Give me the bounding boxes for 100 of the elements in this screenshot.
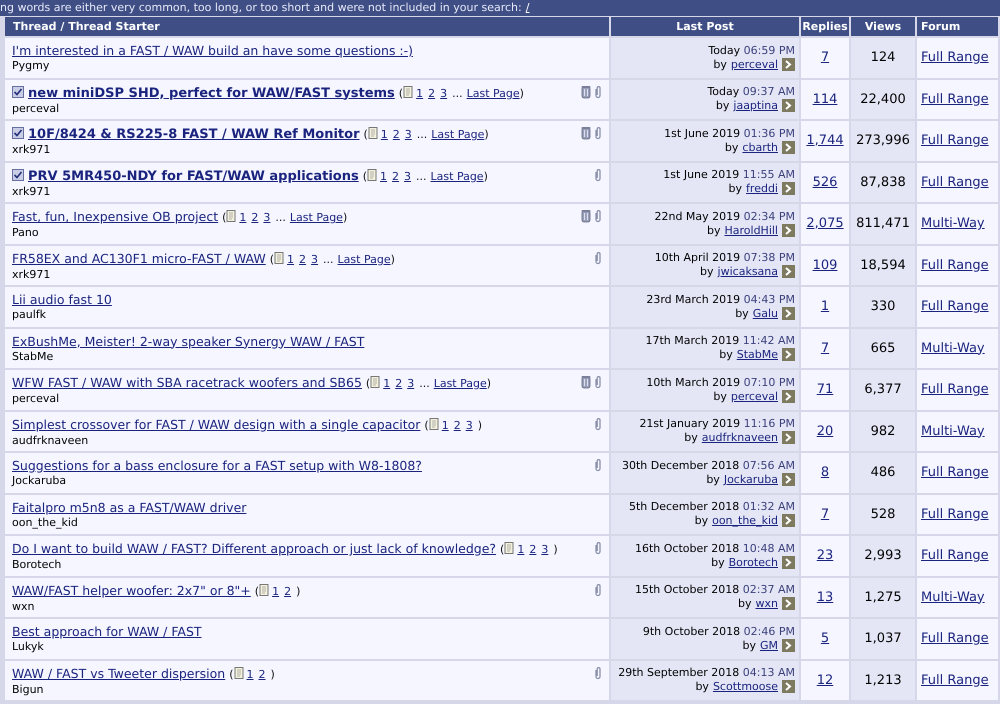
replies-link[interactable]: 114 xyxy=(812,92,838,106)
replies-link[interactable]: 13 xyxy=(816,590,834,604)
go-to-post-icon[interactable] xyxy=(782,556,795,569)
post-author-link[interactable]: HaroldHill xyxy=(724,224,778,237)
page-link[interactable]: 3 xyxy=(263,211,270,224)
page-link[interactable]: 2 xyxy=(251,211,258,224)
last-page-link[interactable]: Last Page xyxy=(338,252,391,266)
column-header[interactable]: Replies xyxy=(801,17,849,36)
go-to-post-icon[interactable] xyxy=(782,224,795,237)
post-author-link[interactable]: GM xyxy=(760,638,778,652)
page-link[interactable]: 1 xyxy=(517,543,524,556)
go-to-post-icon[interactable] xyxy=(782,597,795,610)
post-author-link[interactable]: Jockaruba xyxy=(724,472,778,486)
thread-title-link[interactable]: new miniDSP SHD, perfect for WAW/FAST systems xyxy=(28,86,395,100)
page-link[interactable]: 2 xyxy=(395,377,402,390)
last-page-link[interactable]: Last Page xyxy=(466,86,520,100)
replies-link[interactable]: 526 xyxy=(812,174,838,190)
go-to-post-icon[interactable] xyxy=(782,182,795,196)
column-header[interactable]: Last Post xyxy=(611,17,799,36)
thread-title-link[interactable]: FR58EX and AC130F1 micro-FAST / WAW xyxy=(12,250,266,266)
page-link[interactable]: 2 xyxy=(299,252,306,266)
last-page-link[interactable]: Last Page xyxy=(431,128,484,141)
post-author-link[interactable]: jaaptina xyxy=(733,99,778,112)
go-to-post-icon[interactable] xyxy=(782,680,795,694)
page-link[interactable]: 2 xyxy=(392,128,400,141)
page-link[interactable]: 1 xyxy=(416,86,424,100)
page-link[interactable]: 3 xyxy=(311,252,318,266)
post-author-link[interactable]: Scottmoose xyxy=(712,680,778,694)
page-link[interactable]: 3 xyxy=(404,128,412,141)
replies-link[interactable]: 71 xyxy=(816,382,834,397)
page-link[interactable]: 1 xyxy=(383,377,390,390)
page-link[interactable]: 3 xyxy=(466,418,473,432)
page-link[interactable]: 2 xyxy=(258,668,266,680)
post-author-link[interactable]: freddi xyxy=(746,182,778,196)
page-link[interactable]: 2 xyxy=(454,418,461,432)
search-link[interactable]: / xyxy=(526,0,530,16)
thread-title-link[interactable]: WAW / FAST vs Tweeter dispersion xyxy=(12,666,226,680)
page-link[interactable]: 1 xyxy=(239,211,246,224)
thread-title-link[interactable]: ExBushMe, Meister! 2-way speaker Synergy WAW / FAST xyxy=(12,334,364,348)
page-link[interactable]: 3 xyxy=(404,170,412,182)
page-link[interactable]: 2 xyxy=(284,584,292,598)
thread-title-link[interactable]: I'm interested in a FAST / WAW build an have some questions :-) xyxy=(12,43,414,58)
go-to-post-icon[interactable] xyxy=(782,306,795,320)
replies-link[interactable]: 23 xyxy=(816,548,834,563)
post-author-link[interactable]: perceval xyxy=(730,58,778,71)
go-to-post-icon[interactable] xyxy=(782,638,795,652)
page-link[interactable]: 2 xyxy=(529,543,536,556)
thread-title-link[interactable]: Simplest crossover for FAST / WAW design with a single capacitor xyxy=(12,416,420,432)
page-link[interactable]: 2 xyxy=(428,86,436,100)
post-author-link[interactable]: jwicaksana xyxy=(718,265,778,278)
page-link[interactable]: 2 xyxy=(392,170,400,182)
page-link[interactable]: 1 xyxy=(246,668,254,680)
thread-title-link[interactable]: WFW FAST / WAW with SBA racetrack woofers and SB65 xyxy=(12,375,362,390)
go-to-post-icon[interactable] xyxy=(782,390,795,403)
post-author-link[interactable]: Borotech xyxy=(728,556,778,569)
page-link[interactable]: 1 xyxy=(380,170,388,182)
thread-title-link[interactable]: Do I want to build WAW / FAST? Different approach or just lack of knowledge? xyxy=(12,541,496,556)
page-link[interactable]: 1 xyxy=(442,418,449,432)
go-to-post-icon[interactable] xyxy=(782,99,795,112)
thread-title-link[interactable]: Suggestions for a bass enclosure for a FAST setup with W8-1808? xyxy=(12,458,422,473)
last-page-link[interactable]: Last Page xyxy=(434,377,487,390)
thread-title-link[interactable]: Faitalpro m5n8 as a FAST/WAW driver xyxy=(12,500,246,514)
page-link[interactable]: 3 xyxy=(440,86,448,100)
replies-link[interactable]: 7 xyxy=(820,50,830,65)
post-author-link[interactable]: perceval xyxy=(730,390,778,403)
go-to-post-icon[interactable] xyxy=(782,265,795,278)
thread-title-link[interactable]: Best approach for WAW / FAST xyxy=(12,624,202,639)
replies-link[interactable]: 7 xyxy=(820,340,830,356)
post-author-link[interactable]: StabMe xyxy=(736,348,778,362)
page-link[interactable]: 1 xyxy=(380,128,388,141)
post-author-link[interactable]: wxn xyxy=(756,597,778,610)
column-header[interactable]: Views xyxy=(851,17,915,36)
post-author-link[interactable]: cbarth xyxy=(742,140,778,154)
page-link[interactable]: 1 xyxy=(272,584,280,598)
column-header[interactable]: Thread / Thread Starter xyxy=(5,17,609,36)
last-page-link[interactable]: Last Page xyxy=(290,211,343,224)
replies-link[interactable]: 5 xyxy=(820,631,830,646)
post-author-link[interactable]: audfrknaveen xyxy=(702,431,778,444)
replies-link[interactable]: 20 xyxy=(816,424,834,438)
replies-link[interactable]: 109 xyxy=(812,258,838,272)
go-to-post-icon[interactable] xyxy=(782,140,795,154)
replies-link[interactable]: 1 xyxy=(820,299,830,314)
replies-link[interactable]: 12 xyxy=(816,672,834,688)
last-page-link[interactable]: Last Page xyxy=(430,170,484,182)
post-author-link[interactable]: oon_the_kid xyxy=(712,514,778,528)
replies-link[interactable]: 7 xyxy=(820,506,830,522)
page-link[interactable]: 3 xyxy=(541,543,548,556)
go-to-post-icon[interactable] xyxy=(782,58,795,71)
replies-link[interactable]: 8 xyxy=(820,465,830,480)
thread-title-link[interactable]: 10F/8424 & RS225-8 FAST / WAW Ref Monitor xyxy=(28,127,360,142)
thread-title-link[interactable]: Lii audio fast 10 xyxy=(12,292,112,307)
post-author-link[interactable]: Galu xyxy=(752,306,778,320)
go-to-post-icon[interactable] xyxy=(782,472,795,486)
go-to-post-icon[interactable] xyxy=(782,348,795,362)
go-to-post-icon[interactable] xyxy=(782,514,795,528)
go-to-post-icon[interactable] xyxy=(782,431,795,444)
column-header[interactable]: Forum xyxy=(917,17,998,36)
thread-title-link[interactable]: PRV 5MR450-NDY for FAST/WAW applications xyxy=(28,168,359,184)
thread-title-link[interactable]: WAW/FAST helper woofer: 2x7" or 8"+ xyxy=(12,582,251,598)
page-link[interactable]: 3 xyxy=(407,377,414,390)
